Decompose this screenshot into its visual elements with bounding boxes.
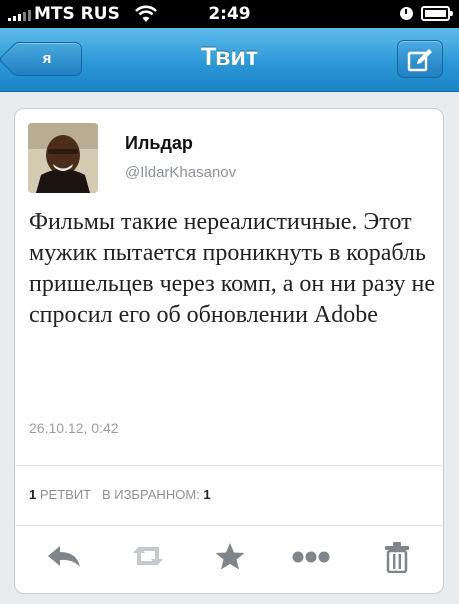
- avatar-image: [28, 123, 98, 193]
- compose-button[interactable]: [397, 40, 443, 78]
- tweet-stats: 1 РЕТВИТ В ИЗБРАННОМ: 1: [29, 487, 211, 502]
- avatar[interactable]: [28, 123, 98, 193]
- favorites-label[interactable]: В ИЗБРАННОМ:: [102, 487, 200, 502]
- divider: [15, 465, 445, 466]
- retweet-count[interactable]: 1: [29, 487, 36, 502]
- compose-icon: [407, 49, 432, 72]
- tweet-timestamp: 26.10.12, 0:42: [29, 420, 119, 436]
- author-name[interactable]: Ильдар: [125, 133, 193, 154]
- status-bar: MTS RUS 2:49: [0, 0, 459, 28]
- navigation-bar: я Твит: [0, 28, 459, 92]
- alarm-clock-icon: [400, 7, 413, 20]
- status-time: 2:49: [208, 4, 251, 24]
- retweet-icon[interactable]: [129, 541, 167, 571]
- favorites-count[interactable]: 1: [203, 487, 210, 502]
- delete-icon[interactable]: [383, 541, 411, 573]
- tweet-card: Ильдар @IldarKhasanov Фильмы такие нереа…: [14, 108, 445, 594]
- favorite-icon[interactable]: [213, 541, 247, 571]
- reply-icon[interactable]: [45, 541, 83, 571]
- more-icon[interactable]: [291, 541, 331, 571]
- tweet-actions-toolbar: [15, 527, 445, 587]
- author-handle[interactable]: @IldarKhasanov: [125, 164, 236, 181]
- divider: [15, 525, 445, 526]
- tweet-text: Фильмы такие нереалистичные. Этот мужик …: [29, 209, 436, 328]
- retweet-label[interactable]: РЕТВИТ: [40, 487, 91, 502]
- battery-icon: [421, 6, 453, 21]
- page-title: Твит: [200, 43, 259, 71]
